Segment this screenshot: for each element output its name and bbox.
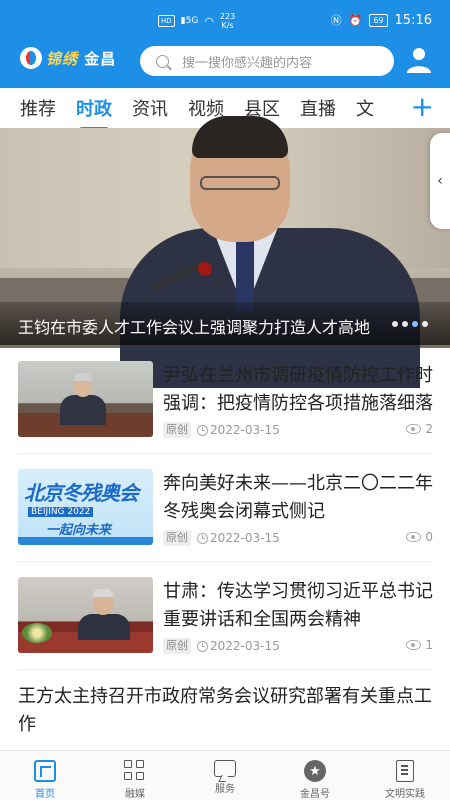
network-speed: 223 K/s: [220, 12, 235, 30]
star-badge-icon: ★: [304, 760, 326, 782]
pagination-dot-active[interactable]: [412, 321, 418, 327]
banner-photo-glasses: [200, 176, 280, 190]
nav-media[interactable]: 融媒: [90, 751, 180, 800]
speed-value: 223: [219, 12, 236, 21]
tab-culture[interactable]: 文: [356, 95, 374, 121]
nav-civilization-practice[interactable]: 文明实践: [360, 751, 450, 800]
app-logo[interactable]: 锦绣 金昌: [20, 47, 116, 69]
nfc-icon: Ⓝ: [330, 14, 342, 27]
media-grid-icon: [124, 760, 146, 782]
news-date: 2022-03-15: [210, 423, 280, 437]
original-badge: 原创: [163, 422, 191, 438]
wifi-icon: ◠: [204, 14, 214, 28]
service-chat-icon: [214, 760, 236, 777]
nav-home[interactable]: 首页: [0, 751, 90, 800]
search-placeholder: 搜一搜你感兴趣的内容: [182, 55, 313, 71]
clock-icon: [197, 640, 208, 652]
news-thumbnail: [18, 577, 153, 653]
clock-icon: [197, 424, 208, 436]
signal-icon: ▮5G: [180, 16, 199, 26]
news-thumbnail: [18, 361, 153, 437]
tab-recommend[interactable]: 推荐: [20, 95, 56, 121]
news-list-item[interactable]: 尹弘在兰州市调研疫情防控工作时强调：把疫情防控各项措施落细落实 原创 2022-…: [18, 361, 433, 461]
logo-text-script: 锦绣: [46, 49, 79, 68]
app-header: HD ▮5G ◠ 223 K/s Ⓝ ⏰ 69 15:16 锦绣 金昌 搜一搜你…: [0, 0, 450, 88]
search-bar[interactable]: 搜一搜你感兴趣的内容: [140, 46, 394, 76]
battery-icon: 69: [369, 13, 388, 27]
original-badge: 原创: [163, 638, 191, 654]
tab-news[interactable]: 资讯: [132, 95, 168, 121]
view-count: 2: [425, 422, 433, 436]
thumb-text-main: 北京冬残奥会: [24, 481, 139, 505]
thumb-person-body: [78, 614, 130, 640]
status-right: Ⓝ ⏰ 69 15:16: [331, 12, 432, 28]
hd-indicator: HD: [158, 15, 175, 27]
nav-label: 金昌号: [300, 789, 330, 800]
news-title: 奔向美好未来——北京二〇二二年冬残奥会闭幕式侧记: [163, 473, 433, 522]
banner-photo-microphone-head: [198, 262, 212, 276]
news-title: 尹弘在兰州市调研疫情防控工作时强调：把疫情防控各项措施落细落实: [163, 365, 433, 414]
thumb-stripe: [18, 537, 153, 545]
thumb-person-hair: [74, 373, 92, 381]
thumb-text-sub: 一起向未来: [46, 523, 112, 538]
news-thumbnail: 北京冬残奥会 BEIJING 2022 一起向未来: [18, 469, 153, 545]
document-icon: [396, 760, 414, 782]
user-profile-icon[interactable]: [406, 46, 432, 74]
pagination-dot[interactable]: [402, 321, 408, 327]
list-divider: [18, 669, 432, 670]
add-channel-button[interactable]: +: [411, 92, 434, 122]
news-date: 2022-03-15: [210, 531, 280, 545]
thumb-text-tag: BEIJING 2022: [28, 507, 94, 517]
nav-jinchang-account[interactable]: ★ 金昌号: [270, 751, 360, 800]
banner-photo-tie: [236, 232, 254, 312]
home-icon: [34, 760, 56, 782]
banner-caption[interactable]: 王钧在市委人才工作会议上强调聚力打造人才高地: [18, 314, 383, 338]
search-icon: [156, 54, 169, 68]
tab-live[interactable]: 直播: [300, 95, 336, 121]
pagination-dot[interactable]: [422, 321, 428, 327]
news-meta: 原创 2022-03-15 0: [163, 530, 433, 546]
nav-label: 服务: [215, 784, 235, 795]
banner-photo-hair: [192, 116, 288, 158]
news-title: 甘肃：传达学习贯彻习近平总书记重要讲话和全国两会精神: [163, 581, 433, 630]
list-divider: [18, 561, 432, 562]
status-bar: HD ▮5G ◠ 223 K/s Ⓝ ⏰ 69 15:16: [0, 0, 450, 40]
pagination-dot[interactable]: [392, 321, 398, 327]
thumb-flowers: [22, 623, 52, 643]
news-list-item[interactable]: 北京冬残奥会 BEIJING 2022 一起向未来 奔向美好未来——北京二〇二二…: [18, 469, 433, 569]
nav-label: 文明实践: [385, 789, 425, 800]
nav-service[interactable]: 服务: [180, 751, 270, 800]
tabs-fade: [384, 88, 414, 128]
thumb-person-body: [60, 395, 106, 425]
logo-mark-icon: [20, 47, 42, 69]
logo-text-city: 金昌: [84, 49, 117, 68]
tab-politics[interactable]: 时政: [76, 95, 112, 130]
clock-time: 15:16: [394, 12, 432, 28]
clock-icon: [197, 532, 208, 544]
speed-unit: K/s: [221, 21, 234, 30]
alarm-icon: ⏰: [348, 13, 363, 27]
original-badge: 原创: [163, 530, 191, 546]
logo-text: 锦绣 金昌: [46, 48, 116, 69]
news-meta: 原创 2022-03-15 1: [163, 638, 433, 654]
signal-label: 5G: [185, 16, 199, 26]
nav-label: 融媒: [125, 789, 145, 800]
side-drawer-handle[interactable]: ‹: [430, 133, 450, 229]
eye-icon: [406, 532, 421, 542]
text-article-title[interactable]: 王方太主持召开市政府常务会议研究部署有关重点工作: [18, 683, 432, 739]
bottom-navigation: 首页 融媒 服务 ★ 金昌号 文明实践: [0, 750, 450, 800]
thumb-person-hair: [93, 589, 113, 597]
view-count: 1: [425, 638, 433, 652]
eye-icon: [406, 424, 421, 434]
chevron-left-icon: ‹: [437, 173, 443, 189]
eye-icon: [406, 640, 421, 650]
list-divider: [18, 453, 432, 454]
nav-label: 首页: [35, 789, 55, 800]
news-list-item[interactable]: 甘肃：传达学习贯彻习近平总书记重要讲话和全国两会精神 原创 2022-03-15…: [18, 577, 433, 677]
news-meta: 原创 2022-03-15 2: [163, 422, 433, 438]
status-left: HD ▮5G ◠ 223 K/s: [158, 12, 235, 30]
view-count: 0: [425, 530, 433, 544]
banner-pagination: [392, 321, 428, 327]
news-date: 2022-03-15: [210, 639, 280, 653]
